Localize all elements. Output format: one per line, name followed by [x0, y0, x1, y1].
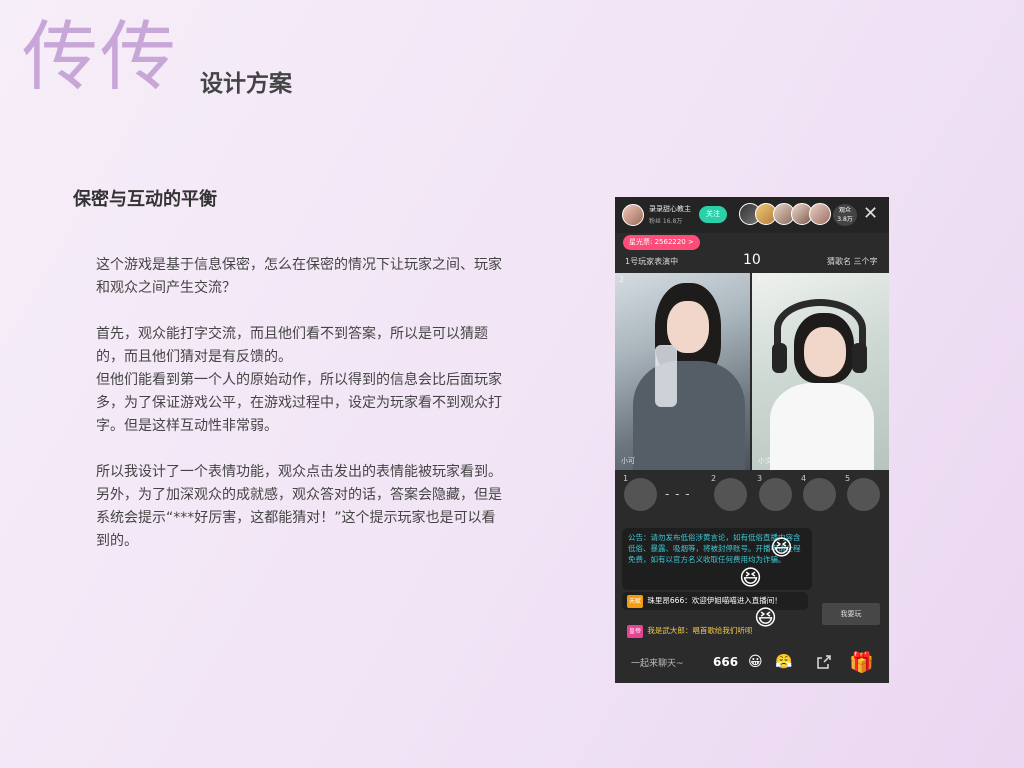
- paragraph-1: 这个游戏是基于信息保密，怎么在保密的情况下让玩家之间、玩家 和观众之间产生交流？: [96, 257, 502, 296]
- player-caption: 小可: [621, 457, 635, 465]
- viewer-avatar[interactable]: [809, 203, 831, 225]
- slot-number: 4: [801, 474, 807, 483]
- player-caption: 小文: [758, 457, 772, 465]
- slot-number: 2: [711, 474, 717, 483]
- chat-text: 我是武大郎：唱首歌给我们听呗: [647, 626, 753, 635]
- chat-input[interactable]: 一起来聊天~: [631, 656, 684, 669]
- slot-avatar[interactable]: [714, 478, 747, 511]
- star-ticket-badge[interactable]: 星光票: 2562220 >: [623, 235, 700, 250]
- share-icon[interactable]: [816, 654, 832, 670]
- viewer-count: 3.8万: [837, 216, 853, 223]
- chat-message: 皇帝 我是武大郎：唱首歌给我们听呗: [622, 624, 808, 638]
- chat-message: 天赋 珠里昂666：欢迎伊姐喵喵进入直播间！: [622, 592, 808, 610]
- player-video-left: 2 小可: [615, 273, 750, 470]
- slot-avatar[interactable]: [803, 478, 836, 511]
- gift-icon[interactable]: 🎁: [849, 650, 874, 674]
- laughing-emoji-icon: 😆: [739, 566, 762, 591]
- earcup-icon: [772, 343, 787, 373]
- slot-number: 5: [845, 474, 851, 483]
- angry-emoji-icon[interactable]: 😤: [775, 654, 792, 670]
- laughing-emoji-icon: 😆: [770, 536, 793, 561]
- host-fans: 粉丝 16.8万: [649, 218, 683, 225]
- game-status-row: 1号玩家表演中 10 猜歌名 三个字: [615, 251, 889, 273]
- bottom-toolbar: 一起来聊天~ 666 😀 😤 🎁: [615, 645, 889, 683]
- slot-avatar[interactable]: [759, 478, 792, 511]
- phone-screenshot: 录录甜心教主 粉丝 16.8万 关注 观众 3.8万 ✕ 星光票: 256222…: [615, 197, 889, 683]
- user-tag: 皇帝: [627, 625, 644, 638]
- countdown-timer: 10: [743, 252, 761, 268]
- paragraph-2: 首先，观众能打字交流，而且他们看不到答案，所以是可以猜题 的，而且他们猜对是有反…: [96, 326, 502, 434]
- player-image: [633, 361, 745, 470]
- current-performer: 1号玩家表演中: [625, 257, 679, 266]
- host-avatar[interactable]: [622, 204, 644, 226]
- guess-hint: 猜歌名 三个字: [827, 257, 878, 266]
- slot-avatar[interactable]: [847, 478, 880, 511]
- live-topbar: 录录甜心教主 粉丝 16.8万 关注 观众 3.8万 ✕: [615, 197, 889, 233]
- slot-number: 3: [757, 474, 763, 483]
- slot-number: 1: [623, 474, 629, 483]
- viewer-count-label: 观众: [838, 207, 851, 214]
- slot-avatar[interactable]: [624, 478, 657, 511]
- host-name: 录录甜心教主: [649, 205, 691, 213]
- player-number: 2: [619, 275, 625, 284]
- smile-emoji-icon[interactable]: 😀: [748, 654, 763, 670]
- player-video-right: 3 小文: [752, 273, 889, 470]
- paragraph-3: 所以我设计了一个表情功能，观众点击发出的表情能被玩家看到。 另外，为了加深观众的…: [96, 464, 502, 549]
- section-title: 保密与互动的平衡: [73, 189, 217, 210]
- player-slots: 1 - - - 2 3 4 5: [615, 474, 889, 516]
- page-subtitle: 设计方案: [200, 71, 292, 97]
- player-image: [655, 345, 677, 407]
- join-game-button[interactable]: 我要玩: [822, 603, 880, 625]
- earcup-icon: [852, 343, 867, 373]
- chat-text: 珠里昂666：欢迎伊姐喵喵进入直播间！: [647, 596, 782, 605]
- quick-reply-666-button[interactable]: 666: [713, 655, 738, 669]
- follow-button[interactable]: 关注: [699, 206, 727, 223]
- viewer-count-badge[interactable]: 观众 3.8万: [833, 204, 857, 226]
- slot-dash: - - -: [665, 487, 691, 501]
- user-tag: 天赋: [627, 595, 644, 608]
- laughing-emoji-icon: 😆: [754, 606, 777, 631]
- close-icon[interactable]: ✕: [863, 203, 878, 224]
- player-image: [770, 383, 874, 470]
- brand-title: 传传: [22, 12, 178, 101]
- player-number: 3: [756, 275, 762, 284]
- body-text: 这个游戏是基于信息保密，怎么在保密的情况下让玩家之间、玩家 和观众之间产生交流？…: [96, 254, 546, 576]
